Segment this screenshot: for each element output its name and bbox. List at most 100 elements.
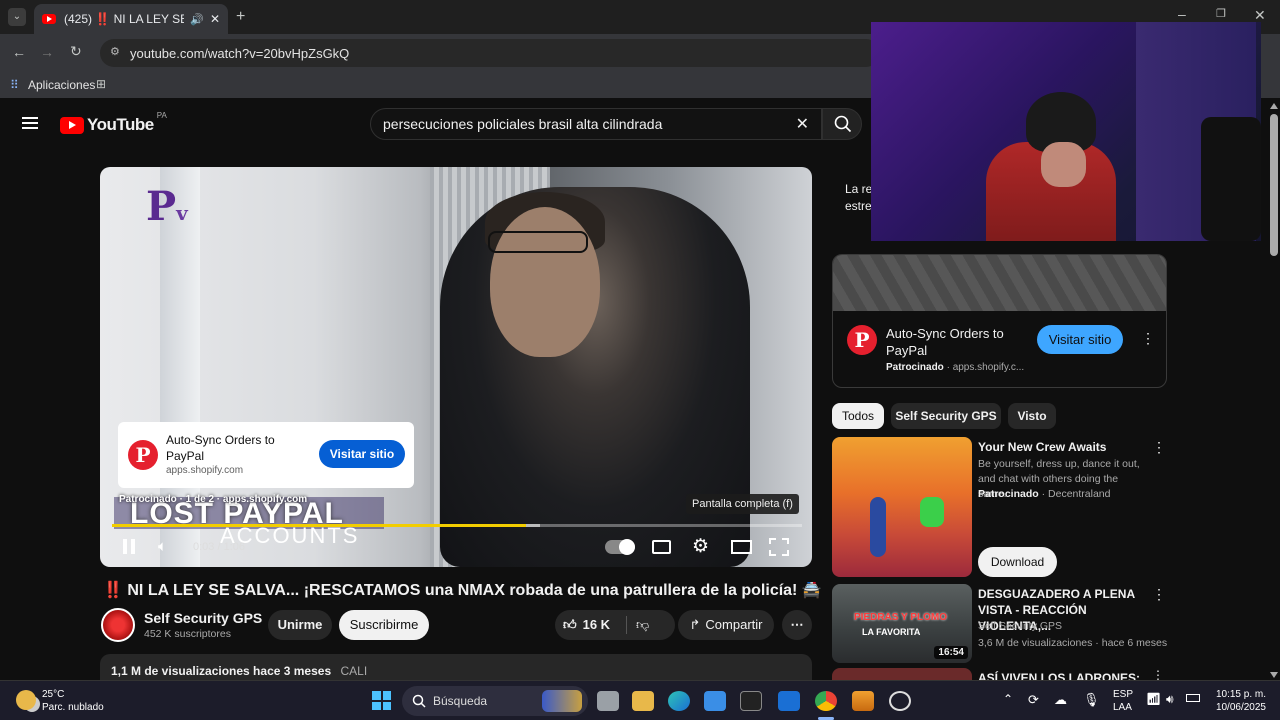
settings-gear-icon[interactable]: ⚙ (692, 535, 709, 558)
sidebar-ad-title: Auto-Sync Orders to PayPal (886, 326, 1004, 358)
site-info-icon[interactable]: ⚙ (110, 45, 120, 58)
tab-title: (425) ‼️ NI LA LEY SE SALV (64, 12, 185, 26)
forward-icon[interactable]: → (40, 44, 54, 60)
app-notification-icon[interactable] (889, 691, 911, 711)
menu-icon[interactable] (22, 117, 38, 129)
chip-todos[interactable]: Todos (832, 403, 884, 429)
search-icon (834, 115, 852, 133)
sidebar-visit-site-button[interactable]: Visitar sitio (1037, 325, 1123, 354)
like-button[interactable]: 👍︎ 16 K (563, 614, 610, 636)
rec-thumbnail-1[interactable] (832, 437, 972, 577)
channel-avatar[interactable] (101, 608, 135, 642)
dislike-button[interactable]: 👎︎ (636, 614, 649, 636)
show-hidden-icons[interactable]: ⌃ (1003, 693, 1013, 706)
more-actions-button[interactable]: ⋯ (782, 610, 812, 640)
search-query: persecuciones policiales brasil alta cil… (383, 116, 663, 132)
theater-mode-icon[interactable] (731, 540, 752, 554)
edge-icon[interactable] (668, 691, 690, 711)
youtube-logo[interactable]: YouTube PA (60, 111, 167, 135)
browser-tab-active[interactable]: (425) ‼️ NI LA LEY SE SALV 🔊 ✕ (34, 4, 228, 34)
rec-meta-2: 3,6 M de visualizaciones · hace 6 meses (978, 637, 1168, 649)
view-stats: 1,1 M de visualizaciones hace 3 meses (111, 664, 332, 678)
subtitles-icon[interactable] (652, 540, 671, 554)
task-view-icon[interactable] (597, 691, 619, 711)
subscribe-button[interactable]: Suscribirme (339, 610, 429, 640)
chip-visto[interactable]: Visto (1008, 403, 1056, 429)
new-tab-icon[interactable]: + (236, 8, 245, 26)
battery-icon[interactable] (1186, 694, 1200, 702)
tab-groups-icon[interactable]: ⊞ (96, 77, 106, 91)
progress-played (112, 524, 526, 527)
volume-tray-icon[interactable]: 🔊︎ (1166, 693, 1174, 706)
pause-icon[interactable] (122, 539, 136, 555)
windows-start-icon[interactable] (372, 691, 391, 710)
scroll-thumb[interactable] (1270, 114, 1278, 256)
chip-self-security[interactable]: Self Security GPS (891, 403, 1001, 429)
maximize-icon[interactable]: ❐ (1216, 7, 1226, 20)
sync-icon[interactable]: ⟳ (1028, 693, 1039, 706)
divider (626, 616, 627, 634)
page-scrollbar[interactable] (1268, 100, 1280, 680)
rec-title-3[interactable]: ASÍ VIVEN LOS LADRONES: (978, 670, 1148, 680)
store-icon[interactable] (704, 691, 726, 711)
thumb-character-2 (920, 497, 944, 527)
microphone-icon[interactable]: 🎙︎ (1083, 693, 1100, 706)
outlook-icon[interactable] (778, 691, 800, 711)
player-ad-title: Auto-Sync Orders to PayPal (166, 433, 275, 463)
ad-status-text: Patrocinado · 1 de 2 · apps.shopify.com (119, 494, 308, 505)
autoplay-toggle[interactable] (605, 539, 635, 555)
search-button[interactable] (822, 108, 862, 140)
clear-search-icon[interactable]: ✕ (796, 114, 809, 134)
url-input[interactable]: ⚙ youtube.com/watch?v=20bvHpZsGkQ (100, 39, 880, 67)
share-label: Compartir (705, 617, 763, 632)
reload-icon[interactable]: ↻ (70, 43, 82, 60)
taskbar-search-box[interactable]: Búsqueda (402, 686, 588, 716)
player-visit-site-button[interactable]: Visitar sitio (319, 440, 405, 468)
url-text: youtube.com/watch?v=20bvHpZsGkQ (130, 46, 350, 61)
rec-thumbnail-2[interactable]: PIEDRAS Y PLOMO LA FAVORITA 16:54 (832, 584, 972, 663)
share-button[interactable]: ↱ Compartir (678, 610, 774, 640)
rec-title-1[interactable]: Your New Crew Awaits (978, 439, 1148, 455)
player-ad-card[interactable]: P Auto-Sync Orders to PayPal apps.shopif… (118, 422, 414, 488)
rec-menu-icon-3[interactable]: ⋮ (1152, 670, 1164, 680)
rec-thumbnail-3[interactable] (832, 668, 972, 680)
region-code: PA (156, 111, 167, 120)
join-button[interactable]: Unirme (268, 610, 332, 640)
file-explorer-icon[interactable] (632, 691, 654, 711)
location-tag: CALI (340, 664, 368, 678)
lang-line-2[interactable]: LAA (1113, 701, 1132, 714)
weather-icon[interactable] (16, 690, 36, 710)
scroll-up-icon[interactable] (1270, 103, 1278, 109)
wifi-icon[interactable]: 📶︎ (1146, 693, 1161, 706)
chrome-icon[interactable] (815, 691, 837, 711)
download-button[interactable]: Download (978, 547, 1057, 577)
sidebar-ad-meta: Patrocinado · apps.shopify.c... (886, 362, 1025, 373)
bookmark-apps[interactable]: Aplicaciones (28, 78, 95, 92)
sidebar-ad[interactable]: P Auto-Sync Orders to PayPal Patrocinado… (832, 254, 1167, 388)
search-input[interactable]: persecuciones policiales brasil alta cil… (370, 108, 822, 140)
apps-grid-icon[interactable]: ⠿ (10, 78, 19, 92)
rec-menu-icon-1[interactable]: ⋮ (1152, 439, 1166, 456)
fl-studio-icon[interactable] (852, 691, 874, 711)
minimize-icon[interactable]: – (1178, 6, 1186, 22)
thumb-character (870, 497, 886, 557)
video-person-glasses (488, 231, 588, 253)
clock-time[interactable]: 10:15 p. m. (1214, 688, 1266, 701)
fullscreen-icon[interactable] (769, 538, 789, 556)
subscriber-count: 452 K suscriptores (144, 628, 231, 640)
channel-name[interactable]: Self Security GPS (144, 610, 262, 626)
tab-search-icon[interactable]: ⌄ (8, 8, 26, 26)
clock-date[interactable]: 10/06/2025 (1210, 701, 1266, 714)
speaker-icon[interactable]: 🔊 (190, 13, 204, 26)
back-icon[interactable]: ← (12, 44, 26, 60)
lang-line-1[interactable]: ESP (1113, 688, 1133, 701)
rec-menu-icon-2[interactable]: ⋮ (1152, 586, 1166, 603)
volume-icon[interactable]: 🔈︎ (158, 538, 167, 555)
thumb-text-2: LA FAVORITA (862, 627, 921, 637)
close-tab-icon[interactable]: ✕ (210, 12, 220, 26)
cloud-off-icon[interactable]: ☁ (1054, 693, 1067, 706)
scroll-down-icon[interactable] (1270, 672, 1278, 678)
game-app-icon[interactable] (740, 691, 762, 711)
progress-bar[interactable] (112, 524, 802, 527)
sidebar-ad-menu-icon[interactable]: ⋮ (1141, 330, 1155, 347)
